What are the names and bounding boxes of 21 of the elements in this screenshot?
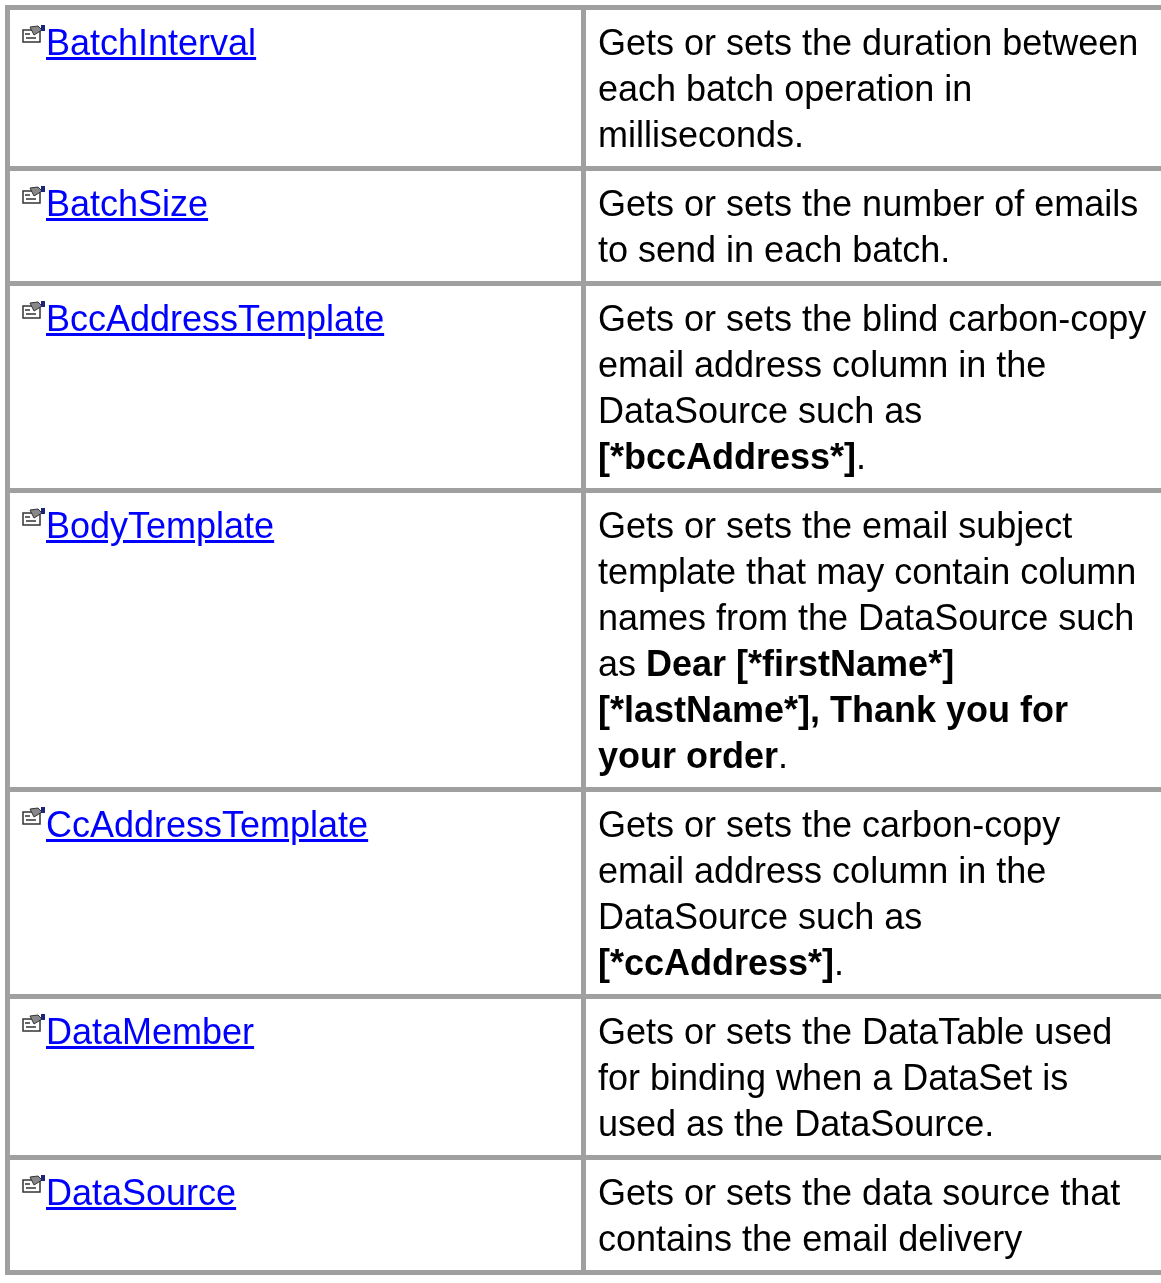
property-icon (22, 1013, 46, 1033)
property-icon (22, 507, 46, 527)
property-icon (22, 1174, 46, 1194)
property-link[interactable]: BatchSize (46, 183, 209, 224)
property-icon (22, 806, 46, 826)
property-link[interactable]: DataSource (46, 1172, 237, 1213)
property-link[interactable]: BatchInterval (46, 22, 257, 63)
property-description: Gets or sets the DataTable used for binding when a DataSet is used as the DataSource. (598, 1010, 1114, 1146)
property-description: Gets or sets the email subject template that may contain column names from the DataSource such as Dear [*firstName*] [*lastName*], Thank you for your order. (598, 504, 1138, 778)
property-description: Gets or sets the data source that contains the email delivery (598, 1171, 1122, 1261)
property-icon (22, 300, 46, 320)
property-description: Gets or sets the blind carbon-copy email address column in the DataSource such as [*bccAddress*]. (598, 297, 1148, 479)
property-link[interactable]: CcAddressTemplate (46, 804, 369, 845)
property-description: Gets or sets the number of emails to send in each batch. (598, 182, 1140, 272)
property-description: Gets or sets the carbon-copy email address column in the DataSource such as [*ccAddress*]. (598, 803, 1062, 985)
property-icon (22, 185, 46, 205)
property-description: Gets or sets the duration between each batch operation in milliseconds. (598, 21, 1140, 157)
property-link[interactable]: BodyTemplate (46, 505, 275, 546)
property-link[interactable]: BccAddressTemplate (46, 298, 385, 339)
property-link[interactable]: DataMember (46, 1011, 255, 1052)
property-icon (22, 24, 46, 44)
